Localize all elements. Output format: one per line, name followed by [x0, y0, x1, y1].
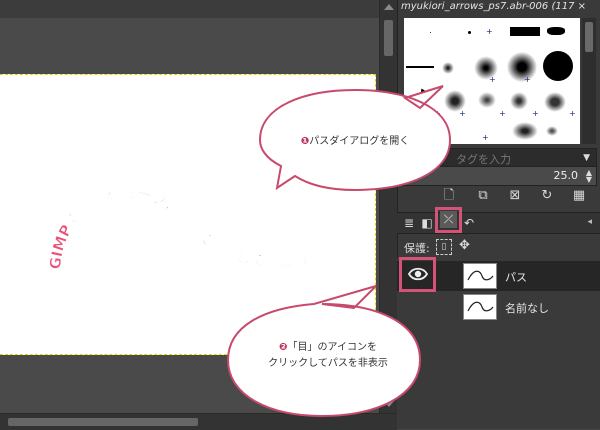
brush-list-scrollbar[interactable] — [582, 18, 596, 144]
brush-plus-icon: + — [486, 27, 493, 36]
spin-arrows-icon[interactable]: ▲ ▼ — [586, 169, 592, 184]
brush-swatch[interactable] — [510, 27, 540, 36]
canvas-top-ruler — [0, 0, 379, 19]
brush-plus-icon: + — [569, 109, 576, 118]
channels-tab-icon[interactable]: ◧ — [419, 215, 435, 231]
scrollbar-thumb[interactable] — [8, 418, 198, 426]
brush-plus-icon: + — [532, 109, 539, 118]
lock-strokes-icon[interactable]: ▯ — [436, 239, 452, 255]
path-thumbnail — [463, 263, 497, 289]
layers-tab-icon[interactable]: ≣ — [401, 215, 417, 231]
path-name: 名前なし — [505, 302, 549, 315]
open-as-image-icon[interactable]: ▦ — [571, 188, 587, 204]
brush-swatch[interactable] — [478, 92, 496, 108]
spacing-value: 25.0 — [553, 169, 579, 182]
curved-text: GIMPで文字をカーブに沿って配置してみよう — [46, 183, 310, 270]
dock-tabs: ≣ ◧ ↶ ◂ — [397, 212, 600, 234]
brush-swatch[interactable] — [510, 92, 528, 110]
brush-swatch[interactable] — [430, 32, 431, 33]
brush-swatch[interactable] — [546, 126, 558, 136]
brush-plus-icon: + — [524, 75, 531, 84]
callout-1-text: ❶パスダイアログを開く — [275, 134, 435, 150]
brush-plus-icon: + — [489, 75, 496, 84]
paths-tab-highlight — [435, 207, 462, 233]
lock-position-icon[interactable]: ✥ — [459, 238, 470, 253]
brush-name-title: myukiori_arrows_ps7.abr-006 (117 × — [401, 1, 586, 12]
lock-row: 保護: ▯ ✥ — [401, 238, 591, 256]
lock-label: 保護: — [404, 242, 430, 255]
callout-label: クリックしてパスを非表示 — [268, 358, 388, 369]
undo-tab-icon[interactable]: ↶ — [461, 215, 477, 231]
brush-swatch[interactable] — [507, 52, 537, 82]
scroll-up-icon[interactable] — [384, 4, 394, 10]
brush-swatch[interactable] — [442, 62, 454, 74]
step-number: ❶ — [300, 136, 310, 147]
refresh-brushes-icon[interactable]: ↻ — [539, 188, 555, 204]
path-name: パス — [505, 271, 527, 284]
callout-label: パスダイアログを開く — [309, 136, 410, 147]
brush-plus-icon: + — [499, 109, 506, 118]
duplicate-brush-icon[interactable]: ⧉ — [475, 188, 491, 204]
brush-swatch[interactable] — [547, 27, 565, 35]
path-thumbnail — [463, 294, 497, 320]
brush-plus-icon: + — [482, 133, 489, 142]
tab-menu-icon[interactable]: ◂ — [587, 217, 592, 227]
brush-swatch[interactable] — [406, 66, 434, 68]
scrollbar-thumb[interactable] — [384, 20, 393, 56]
brush-swatch[interactable] — [543, 51, 573, 81]
callout-2-text: ❷「目」のアイコンを クリックしてパスを非表示 — [248, 340, 408, 372]
chevron-down-icon[interactable]: ▼ — [583, 153, 590, 163]
callout-label: 「目」のアイコンを — [287, 342, 377, 353]
brush-swatch[interactable] — [468, 31, 471, 34]
tag-filter-placeholder: タグを入力 — [456, 153, 511, 166]
brush-plus-icon: + — [459, 109, 466, 118]
brush-swatch[interactable] — [544, 92, 566, 112]
scrollbar-thumb[interactable] — [585, 22, 593, 52]
brush-swatch[interactable] — [512, 122, 538, 140]
delete-brush-icon[interactable]: ⊠ — [507, 188, 523, 204]
